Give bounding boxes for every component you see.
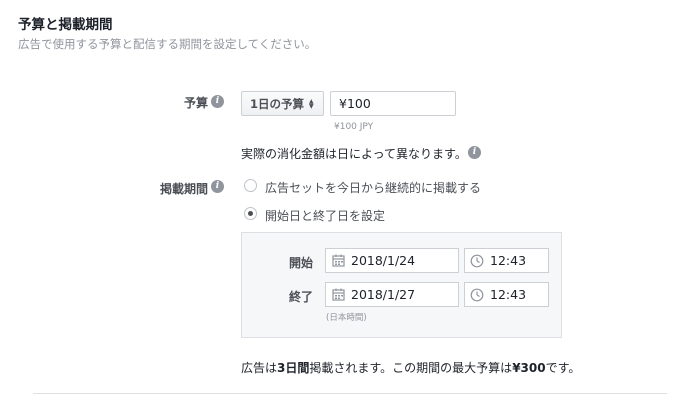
clock-icon <box>470 254 484 267</box>
divider <box>33 393 667 394</box>
budget-amount-value: ¥100 <box>339 96 371 111</box>
budget-type-select[interactable]: 1日の予算 ▲ ▼ <box>241 91 324 116</box>
section-title: 予算と掲載期間 <box>18 17 113 33</box>
schedule-summary: 広告は3日間掲載されます。この期間の最大予算は¥300です。 <box>241 359 580 376</box>
end-date-value: 2018/1/27 <box>351 287 416 302</box>
clock-icon <box>470 288 484 301</box>
end-time-input[interactable]: 12:43 <box>464 282 549 307</box>
info-icon[interactable]: i <box>468 146 481 159</box>
start-time-input[interactable]: 12:43 <box>464 248 549 273</box>
radio-continuous-label[interactable]: 広告セットを今日から継続的に掲載する <box>265 179 481 196</box>
currency-note: ¥100 JPY <box>334 122 374 132</box>
calendar-icon <box>332 254 345 267</box>
budget-label: 予算 <box>184 96 209 110</box>
radio-start-end-label[interactable]: 開始日と終了日を設定 <box>265 207 385 224</box>
start-date-input[interactable]: 2018/1/24 <box>325 248 459 273</box>
summary-text-3: です。 <box>545 361 581 375</box>
info-icon[interactable]: i <box>211 95 224 108</box>
radio-start-end[interactable] <box>244 207 257 220</box>
calendar-icon <box>332 288 345 301</box>
up-down-caret-icon: ▲ ▼ <box>309 97 314 110</box>
timezone-note: (日本時間) <box>326 313 367 323</box>
start-time-value: 12:43 <box>490 253 527 268</box>
summary-text-2: 掲載されます。この期間の最大予算は <box>309 361 513 375</box>
start-date-value: 2018/1/24 <box>351 253 416 268</box>
info-icon[interactable]: i <box>211 180 224 193</box>
summary-max-budget: ¥300 <box>512 361 546 375</box>
end-time-value: 12:43 <box>490 287 527 302</box>
budget-notice: 実際の消化金額は日によって異なります。 <box>241 147 467 161</box>
summary-text-1: 広告は <box>241 361 278 375</box>
radio-continuous[interactable] <box>244 179 257 192</box>
budget-type-value: 1日の予算 <box>250 96 305 111</box>
section-subtitle: 広告で使用する予算と配信する期間を設定してください。 <box>18 37 317 51</box>
budget-amount-input[interactable]: ¥100 <box>330 91 456 116</box>
start-label: 開始 <box>289 256 314 270</box>
end-label: 終了 <box>289 290 314 304</box>
end-date-input[interactable]: 2018/1/27 <box>325 282 459 307</box>
summary-days: 3日間 <box>277 361 310 375</box>
schedule-label: 掲載期間 <box>160 182 209 196</box>
